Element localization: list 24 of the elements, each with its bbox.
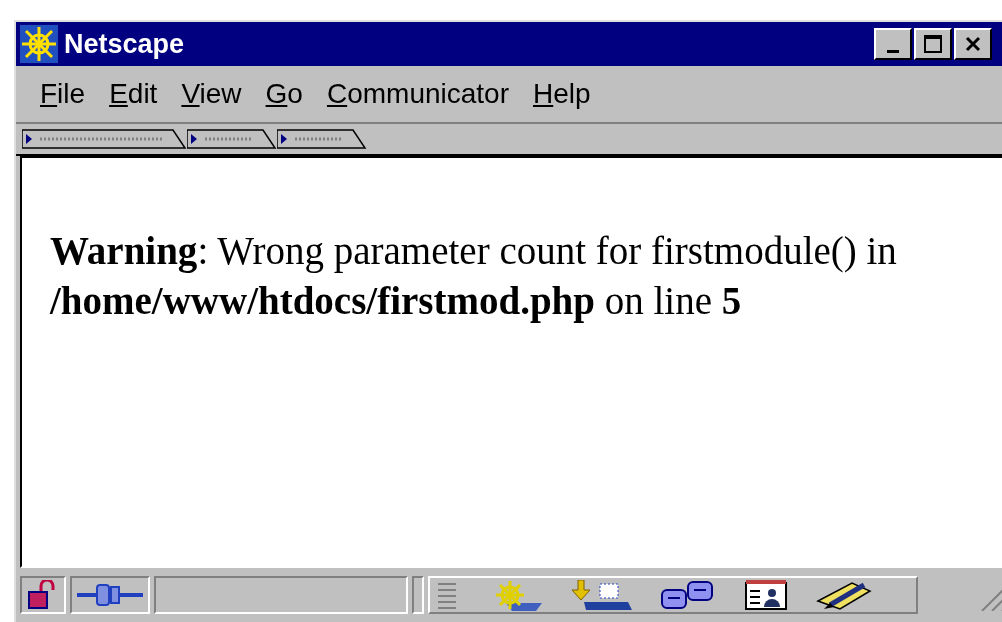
close-icon [964,35,982,53]
window-title: Netscape [64,28,185,60]
menu-item[interactable]: View [171,78,252,110]
minimize-icon [887,49,899,53]
pen-and-paper-icon[interactable] [816,579,872,611]
close-button[interactable] [954,28,992,60]
inbox-download-icon[interactable] [570,580,632,610]
status-separator [412,576,424,614]
menu-item[interactable]: Go [255,78,313,110]
minimize-button[interactable] [874,28,912,60]
warning-message: Warning: Wrong parameter count for firstmodule() in /home/www/htdocs/firstmod.php on line 5 [50,228,898,325]
maximize-button[interactable] [914,28,952,60]
collapsed-toolbar-tab[interactable] [187,128,277,150]
menu-item[interactable]: Help [523,78,601,110]
menu-item[interactable]: File [30,78,96,110]
menu-item[interactable]: Communicator [316,78,519,110]
chat-bubbles-icon[interactable] [660,580,716,610]
grip-icon[interactable] [436,580,458,610]
address-card-icon[interactable] [744,579,788,611]
connection-plug-icon[interactable] [75,582,145,608]
menu-item[interactable]: Edit [99,78,168,110]
collapsed-toolbar-tab[interactable] [277,128,367,150]
netscape-logo-icon [20,25,58,63]
maximize-icon [923,34,943,54]
